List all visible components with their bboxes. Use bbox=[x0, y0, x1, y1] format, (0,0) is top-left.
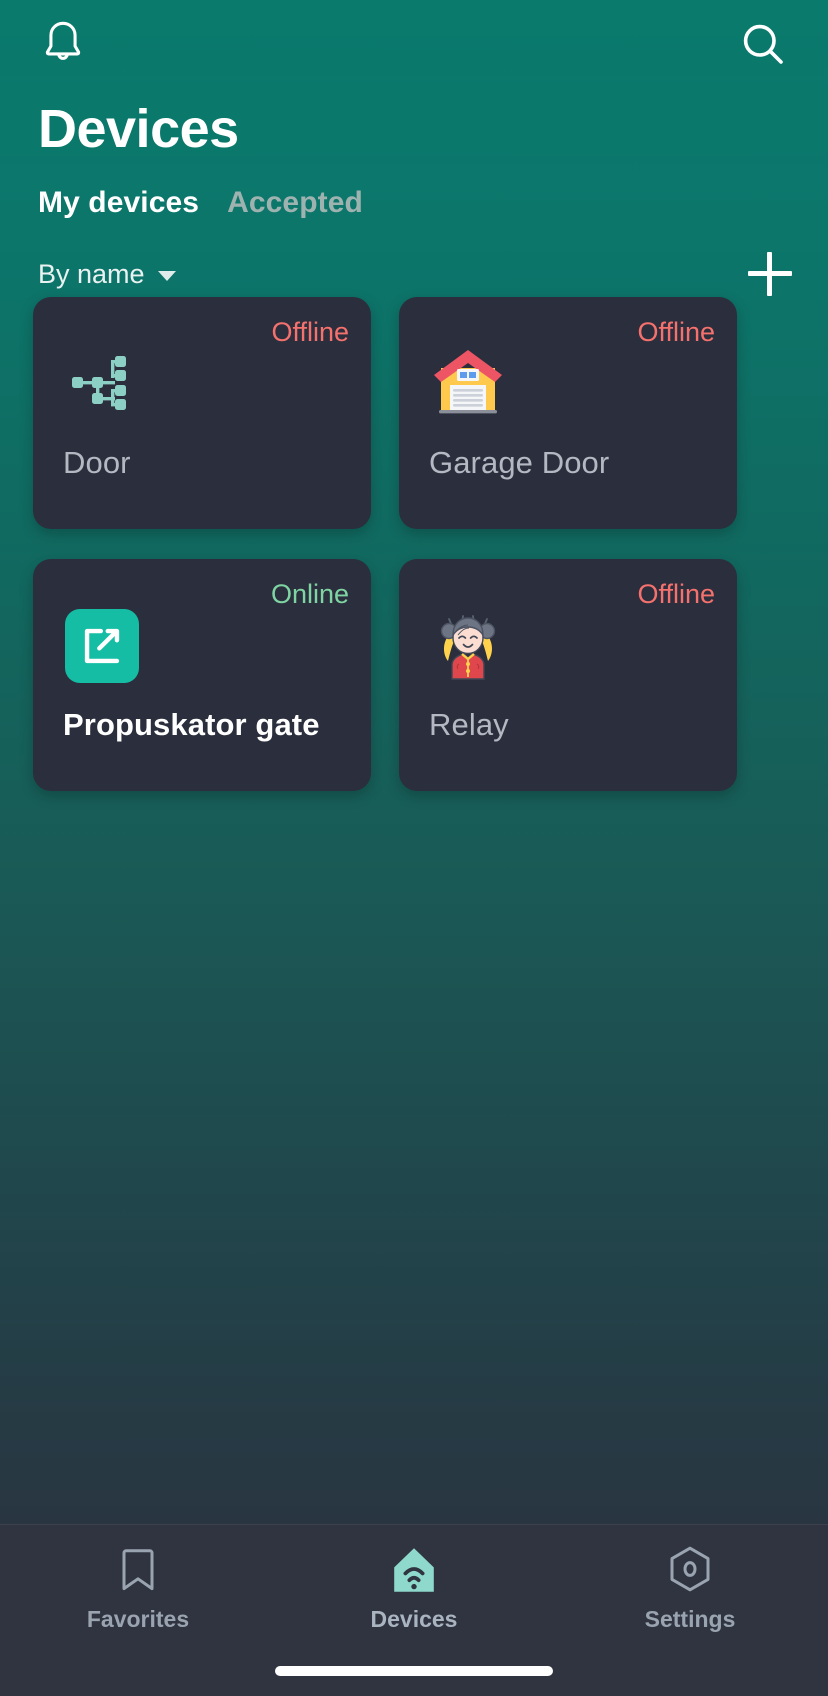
device-name: Propuskator gate bbox=[63, 707, 320, 742]
exit-arrow-icon bbox=[65, 609, 139, 683]
device-name: Relay bbox=[429, 707, 509, 742]
notifications-button[interactable] bbox=[32, 15, 94, 77]
device-card-relay[interactable]: Offline Relay bbox=[399, 559, 737, 791]
nav-item-devices[interactable]: Devices bbox=[314, 1543, 514, 1633]
nav-item-settings[interactable]: Settings bbox=[590, 1543, 790, 1633]
tab-accepted[interactable]: Accepted bbox=[227, 186, 363, 220]
status-badge: Offline bbox=[637, 579, 715, 609]
top-bar bbox=[0, 0, 828, 92]
device-name: Garage Door bbox=[429, 445, 610, 480]
tab-bar: My devices Accepted bbox=[38, 186, 363, 220]
device-card-door[interactable]: Offline Door bbox=[33, 297, 371, 529]
bell-icon bbox=[40, 19, 86, 74]
hexagon-gear-icon bbox=[666, 1543, 714, 1597]
device-grid: Offline Door Offline Garage Door Online … bbox=[33, 297, 795, 791]
garage-emoji-icon bbox=[430, 346, 506, 423]
nav-item-favorites[interactable]: Favorites bbox=[38, 1543, 238, 1633]
home-indicator bbox=[275, 1666, 553, 1676]
device-card-propuskator-gate[interactable]: Online Propuskator gate bbox=[33, 559, 371, 791]
device-icon bbox=[429, 345, 507, 423]
device-icon bbox=[63, 345, 141, 423]
status-badge: Offline bbox=[271, 317, 349, 347]
tab-my-devices[interactable]: My devices bbox=[38, 186, 199, 220]
search-button[interactable] bbox=[732, 15, 794, 77]
nav-label: Settings bbox=[644, 1606, 736, 1632]
device-name: Door bbox=[63, 445, 131, 480]
bookmark-icon bbox=[118, 1543, 158, 1597]
status-badge: Online bbox=[270, 579, 349, 609]
search-icon bbox=[739, 20, 787, 73]
devices-screen: Devices My devices Accepted By name Offl… bbox=[0, 0, 828, 1696]
nav-label: Favorites bbox=[86, 1606, 190, 1632]
device-card-garage-door[interactable]: Offline Garage Door bbox=[399, 297, 737, 529]
network-tree-icon bbox=[71, 353, 133, 416]
nav-label: Devices bbox=[370, 1606, 458, 1632]
sort-by-label: By name bbox=[38, 258, 145, 289]
device-icon bbox=[429, 607, 507, 685]
home-wifi-icon bbox=[389, 1543, 439, 1597]
girl-emoji-icon bbox=[432, 607, 504, 686]
add-device-button[interactable] bbox=[748, 252, 792, 296]
sort-by-button[interactable]: By name bbox=[38, 259, 176, 290]
device-icon bbox=[63, 607, 141, 685]
status-badge: Offline bbox=[637, 317, 715, 347]
chevron-down-icon bbox=[157, 271, 176, 281]
list-toolbar: By name bbox=[0, 248, 828, 300]
page-title: Devices bbox=[38, 99, 239, 159]
